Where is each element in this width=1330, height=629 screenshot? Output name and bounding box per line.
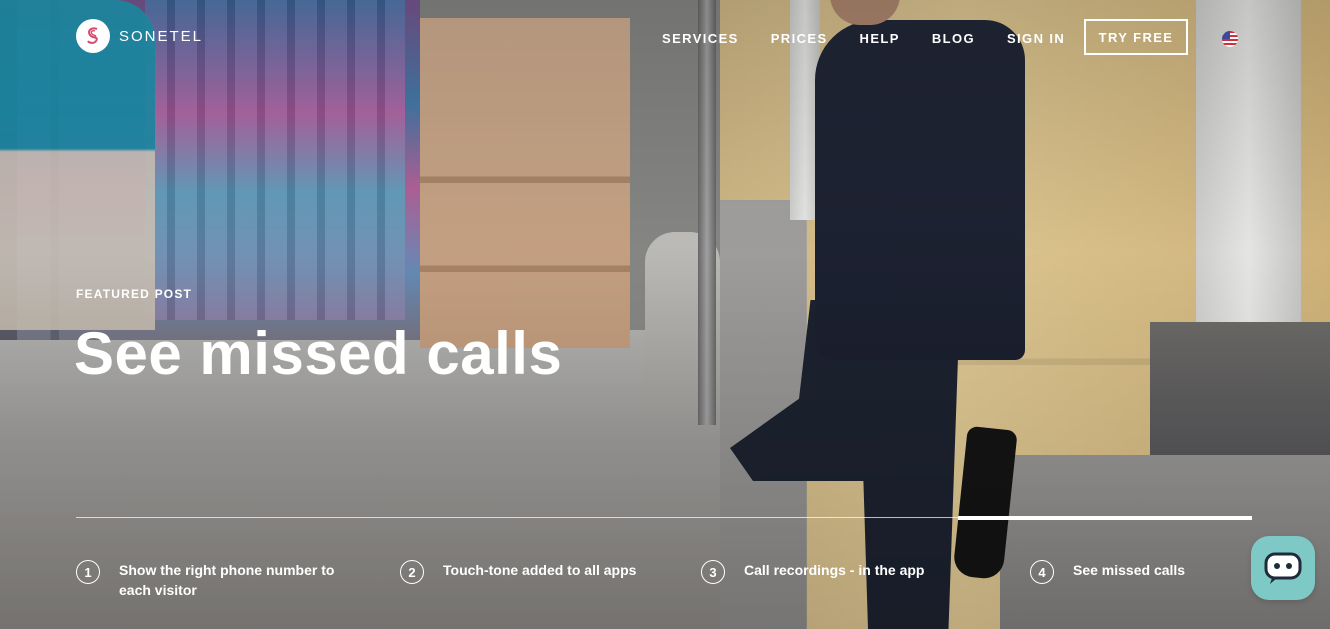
slide-number: 3 xyxy=(701,560,725,584)
slider-tab-1[interactable]: 1 Show the right phone number to each vi… xyxy=(76,560,349,600)
chat-widget-button[interactable] xyxy=(1251,536,1315,600)
nav-services[interactable]: SERVICES xyxy=(662,31,739,46)
slide-label: See missed calls xyxy=(1073,562,1186,578)
brand-name: SONETEL xyxy=(119,27,204,45)
slider-tab-4[interactable]: 4 See missed calls xyxy=(1030,560,1233,584)
sonetel-logo-icon xyxy=(76,19,110,53)
slider-tab-2[interactable]: 2 Touch-tone added to all apps xyxy=(400,560,663,584)
brand-logo-link[interactable]: SONETEL xyxy=(76,19,203,53)
hero-title[interactable]: See missed calls xyxy=(74,318,562,390)
slider-progress-active xyxy=(958,516,1252,520)
us-flag-icon[interactable] xyxy=(1222,31,1238,47)
nav-help[interactable]: HELP xyxy=(860,31,900,46)
slide-label: Touch-tone added to all apps xyxy=(443,562,637,578)
slide-label: Call recordings - in the app xyxy=(744,562,925,578)
chat-bot-icon xyxy=(1264,552,1302,584)
slider-tab-3[interactable]: 3 Call recordings - in the app xyxy=(701,560,964,584)
slide-number: 1 xyxy=(76,560,100,584)
main-navigation: SERVICES PRICES HELP BLOG SIGN IN xyxy=(662,19,1097,57)
try-free-button[interactable]: TRY FREE xyxy=(1084,19,1188,55)
nav-blog[interactable]: BLOG xyxy=(932,31,975,46)
slide-number: 2 xyxy=(400,560,424,584)
nav-prices[interactable]: PRICES xyxy=(771,31,828,46)
featured-post-label: FEATURED POST xyxy=(76,287,193,301)
slide-number: 4 xyxy=(1030,560,1054,584)
nav-sign-in[interactable]: SIGN IN xyxy=(1007,31,1065,46)
slide-label: Show the right phone number to each visi… xyxy=(119,562,335,598)
hero-background-photo xyxy=(0,0,1330,629)
